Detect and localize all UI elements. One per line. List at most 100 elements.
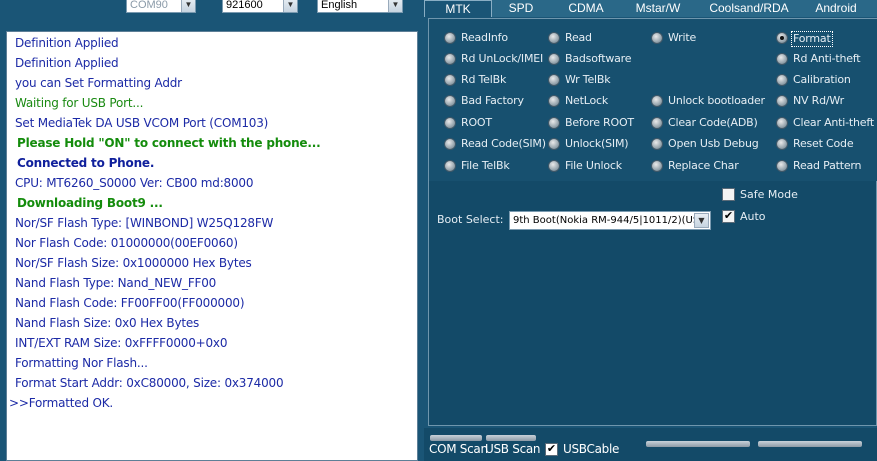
top-toolbar: COM90 ▼ 921600 ▼ English ▼ [0, 0, 425, 28]
radio-icon [548, 74, 560, 86]
tab-cdma[interactable]: CDMA [560, 0, 612, 17]
log-line: Downloading Boot9 ... [17, 196, 163, 210]
boot-select-label: Boot Select: [437, 213, 504, 226]
chevron-down-icon: ▼ [694, 213, 709, 228]
radio-icon [444, 95, 456, 107]
radio-icon [776, 117, 788, 129]
boot-select-value: 9th Boot(Nokia RM-944/5|1011/2)(US [513, 215, 700, 226]
radio-selected-icon [776, 32, 788, 44]
radio-icon [548, 117, 560, 129]
boot-select-dropdown[interactable]: 9th Boot(Nokia RM-944/5|1011/2)(US ▼ [509, 211, 711, 230]
radio-icon [444, 74, 456, 86]
auto-label: Auto [740, 210, 766, 223]
action-button[interactable] [758, 441, 862, 447]
tab-coolsand-rda[interactable]: Coolsand/RDA [704, 0, 794, 17]
chevron-down-icon: ▼ [283, 0, 297, 12]
radio-icon [444, 160, 456, 172]
usbcable-label: USBCable [563, 442, 620, 456]
option-label: Rd Anti-theft [793, 52, 861, 65]
log-line: Nand Flash Code: FF00FF00(FF000000) [15, 296, 245, 310]
radio-icon [776, 53, 788, 65]
option-label: Calibration [793, 73, 851, 86]
tab-spd[interactable]: SPD [498, 0, 544, 17]
option-label: Clear Code(ADB) [668, 116, 758, 129]
radio-icon [776, 138, 788, 150]
log-line: CPU: MT6260_S0000 Ver: CB00 md:8000 [15, 176, 254, 190]
log-line: Definition Applied [15, 36, 119, 50]
option-label: Unlock bootloader [668, 94, 765, 107]
radio-icon [776, 74, 788, 86]
option-label: Rd UnLock/IMEI [461, 52, 544, 65]
action-button[interactable] [646, 441, 750, 447]
usb-scan-button[interactable] [486, 435, 536, 441]
radio-icon [651, 95, 663, 107]
log-line: Nand Flash Type: Nand_NEW_FF00 [15, 276, 217, 290]
option-label: Open Usb Debug [668, 137, 759, 150]
radio-icon [548, 53, 560, 65]
log-line: Connected to Phone. [17, 156, 155, 170]
usb-scan-label: USB Scan [485, 442, 541, 456]
radio-icon [651, 117, 663, 129]
usbcable-checkbox[interactable]: ✔ [545, 443, 558, 456]
option-label: Replace Char [668, 159, 739, 172]
option-label: Write [668, 31, 697, 44]
option-label: File TelBk [461, 159, 510, 172]
log-line: you can Set Formatting Addr [15, 76, 182, 90]
log-line: Formatting Nor Flash... [15, 356, 148, 370]
option-label: Unlock(SIM) [565, 137, 629, 150]
option-label: Format [791, 31, 833, 47]
option-label: ReadInfo [461, 31, 508, 44]
option-label: Read Code(SIM) [461, 137, 546, 150]
safe-mode-label: Safe Mode [740, 188, 798, 201]
radio-icon [651, 32, 663, 44]
option-label: Wr TelBk [565, 73, 611, 86]
radio-icon [444, 32, 456, 44]
option-label: ROOT [461, 116, 492, 129]
radio-icon [548, 160, 560, 172]
log-line: Waiting for USB Port... [15, 96, 144, 110]
log-line: Nor/SF Flash Type: [WINBOND] W25Q128FW [15, 216, 274, 230]
platform-tabs: MTK SPD CDMA Mstar/W Coolsand/RDA Androi… [424, 0, 877, 17]
chevron-down-icon: ▼ [181, 0, 195, 12]
option-label: NV Rd/Wr [793, 94, 844, 107]
com-scan-label: COM Scan [429, 442, 488, 456]
option-label: Clear Anti-theft [793, 116, 874, 129]
log-line: Nor Flash Code: 01000000(00EF0060) [15, 236, 238, 250]
radio-icon [444, 138, 456, 150]
radio-icon [444, 53, 456, 65]
com-port-value: COM90 [130, 0, 168, 11]
radio-icon [651, 138, 663, 150]
language-dropdown[interactable]: English ▼ [317, 0, 403, 13]
option-label: File Unlock [565, 159, 622, 172]
com-scan-button[interactable] [430, 435, 482, 441]
radio-icon [776, 95, 788, 107]
option-label: NetLock [565, 94, 608, 107]
log-line: Set MediaTek DA USB VCOM Port (COM103) [15, 116, 269, 130]
option-label: Before ROOT [565, 116, 634, 129]
baud-rate-dropdown[interactable]: 921600 ▼ [222, 0, 298, 13]
radio-icon [444, 117, 456, 129]
option-label: Read [565, 31, 592, 44]
language-value: English [321, 0, 358, 11]
tab-android[interactable]: Android [808, 0, 864, 17]
safe-mode-checkbox[interactable] [722, 188, 735, 201]
bottom-bar: COM Scan USB Scan ✔ USBCable [424, 428, 877, 461]
option-label: Read Pattern [793, 159, 862, 172]
baud-rate-value: 921600 [226, 0, 263, 11]
radio-icon [548, 138, 560, 150]
log-panel[interactable]: Definition Applied Definition Applied yo… [6, 31, 418, 461]
option-label: Bad Factory [461, 94, 524, 107]
log-line: >>Formatted OK. [9, 396, 114, 410]
radio-icon [651, 160, 663, 172]
log-line: Nor/SF Flash Size: 0x1000000 Hex Bytes [15, 256, 252, 270]
com-port-dropdown[interactable]: COM90 ▼ [126, 0, 196, 13]
option-label: Reset Code [793, 137, 854, 150]
tab-mtk[interactable]: MTK [424, 0, 492, 17]
radio-icon [548, 32, 560, 44]
auto-checkbox[interactable]: ✔ [722, 210, 735, 223]
chevron-down-icon: ▼ [388, 0, 402, 12]
radio-icon [548, 95, 560, 107]
log-line: Nand Flash Size: 0x0 Hex Bytes [15, 316, 200, 330]
tab-mstar[interactable]: Mstar/W [626, 0, 690, 17]
log-line: Please Hold "ON" to connect with the pho… [17, 136, 321, 150]
